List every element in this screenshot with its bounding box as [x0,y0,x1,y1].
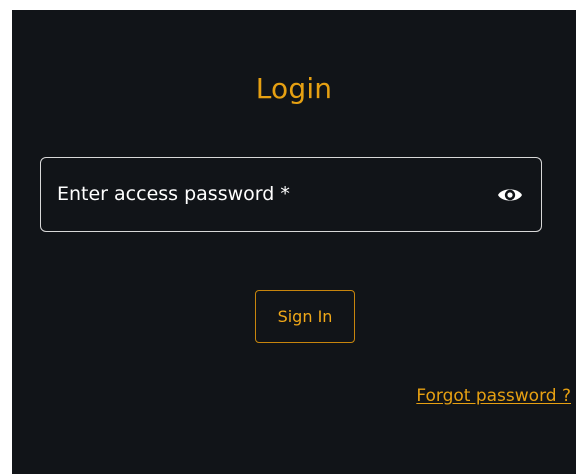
password-placeholder: Enter access password * [57,183,290,205]
login-panel: Login Enter access password * Sign In Fo… [12,10,576,474]
forgot-password-link[interactable]: Forgot password ? [416,386,571,406]
sign-in-button[interactable]: Sign In [255,290,355,343]
login-title: Login [255,72,333,105]
password-field[interactable]: Enter access password * [40,157,542,232]
eye-icon[interactable] [497,185,523,205]
